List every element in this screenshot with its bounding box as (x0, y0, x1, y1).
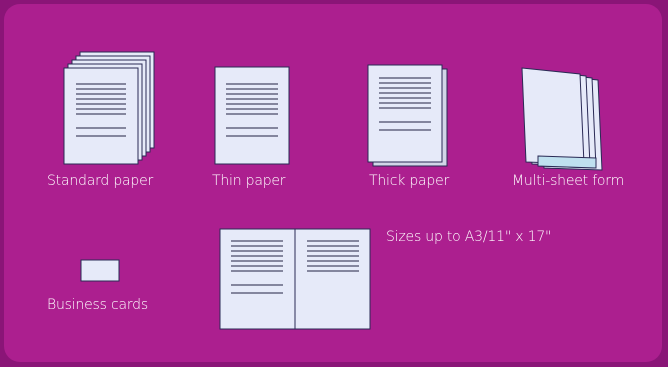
stacked-paper-icon (63, 51, 155, 165)
business-card-icon (80, 259, 120, 282)
multi-sheet-form-icon (521, 67, 603, 171)
single-sheet-icon (214, 66, 290, 165)
standard-paper-label: Standard paper (47, 173, 154, 189)
thin-paper-label: Thin paper (212, 173, 286, 189)
thick-paper-label: Thick paper (369, 173, 450, 189)
thick-paper-icon (367, 64, 448, 167)
open-document-icon (219, 228, 371, 330)
business-cards-label: Business cards (47, 297, 148, 313)
sizes-note: Sizes up to A3/11" x 17" (386, 229, 552, 245)
multi-sheet-form-label: Multi-sheet form (512, 173, 625, 189)
